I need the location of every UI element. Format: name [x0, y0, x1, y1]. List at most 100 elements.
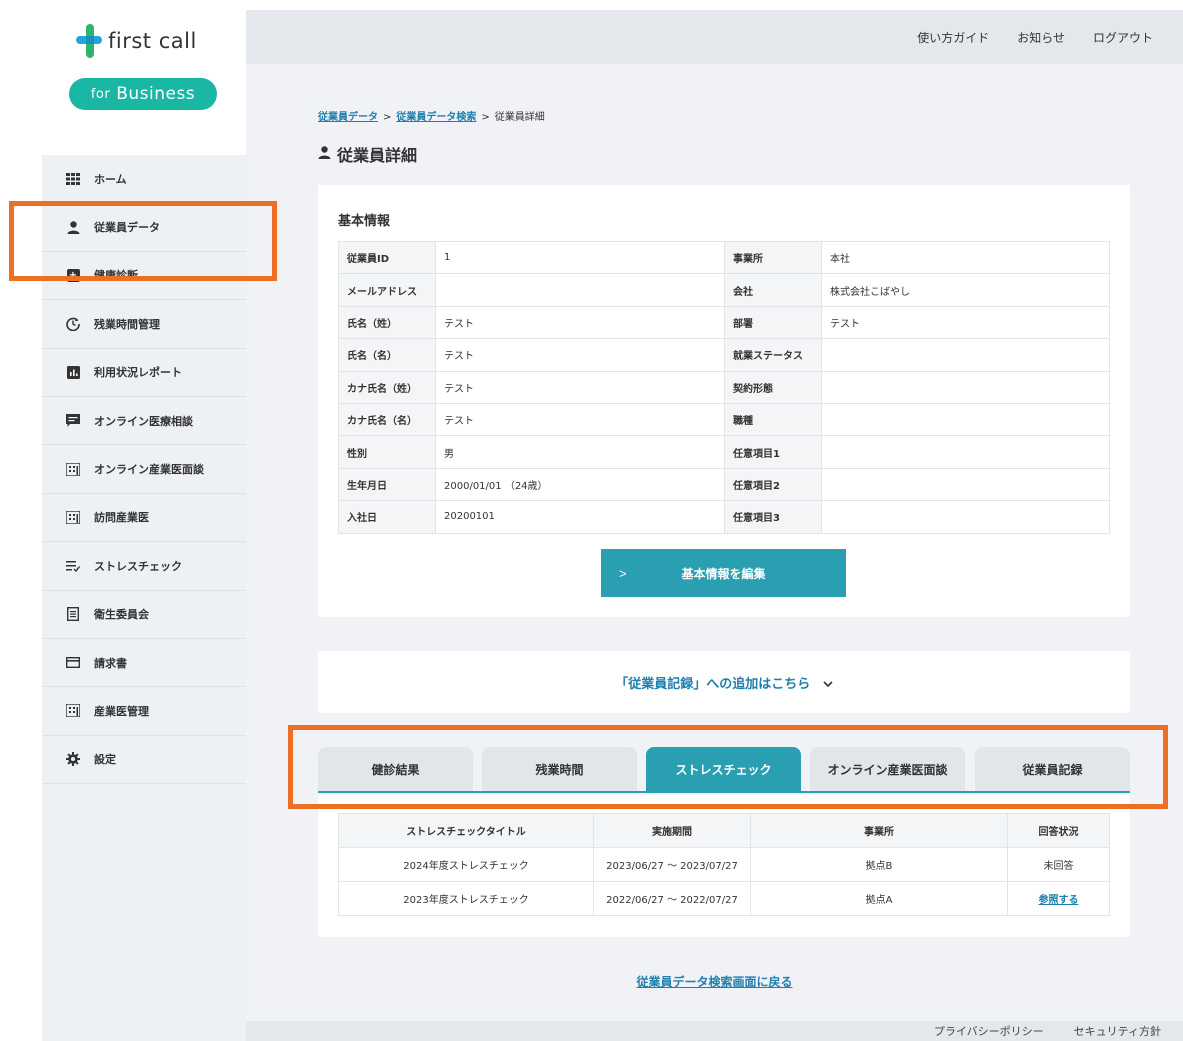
sidebar-item-label: 訪問産業医 — [94, 511, 149, 525]
field-value: 1 — [435, 240, 725, 275]
sidebar-item-online-consultation[interactable]: オンライン医療相談 — [42, 397, 246, 446]
status-cell: 未回答 — [1007, 847, 1110, 882]
table-header-row: ストレスチェックタイトル 実施期間 事業所 回答状況 — [338, 813, 1110, 848]
breadcrumb-employee-search[interactable]: 従業員データ検索 — [396, 112, 476, 123]
field-label: 氏名（名） — [338, 338, 436, 372]
main-content: 従業員データ > 従業員データ検索 > 従業員詳細 従業員詳細 基本情報 従業員ID 1… — [246, 64, 1183, 1021]
chevron-right-icon: > — [619, 565, 627, 581]
card-icon — [66, 656, 80, 670]
breadcrumb: 従業員データ > 従業員データ検索 > 従業員詳細 — [318, 108, 545, 123]
top-header: 使い方ガイド お知らせ ログアウト — [246, 10, 1183, 64]
sidebar-nav: ホーム 従業員データ + 健康診断 残業時間管理 利用状況レポート オンライン医… — [42, 155, 246, 1041]
field-value — [821, 435, 1110, 469]
highlight-box-nav — [9, 201, 277, 281]
edit-basic-info-button[interactable]: > 基本情報を編集 — [601, 549, 846, 597]
highlight-box-tabs — [288, 725, 1168, 809]
status-cell: 参照する — [1007, 881, 1110, 916]
back-to-search-link[interactable]: 従業員データ検索画面に戻る — [636, 975, 792, 989]
business-badge: for Business — [69, 78, 217, 110]
field-label: 会社 — [724, 273, 822, 307]
sidebar-item-overtime[interactable]: 残業時間管理 — [42, 300, 246, 349]
field-value — [821, 402, 1110, 437]
sidebar-item-settings[interactable]: 設定 — [42, 736, 246, 785]
field-value: 2000/01/01 （24歳） — [435, 467, 725, 502]
sidebar-item-label: ホーム — [94, 172, 127, 186]
sidebar-item-home[interactable]: ホーム — [42, 155, 246, 204]
sidebar-item-stress-check[interactable]: ストレスチェック — [42, 542, 246, 591]
period-cell: 2022/06/27 ～ 2022/07/27 — [593, 881, 751, 916]
sidebar-item-invoice[interactable]: 請求書 — [42, 639, 246, 688]
add-record-card: 「従業員記録」への追加はこちら — [318, 651, 1130, 713]
field-label: メールアドレス — [338, 273, 436, 307]
period-cell: 2023/06/27 ～ 2023/07/27 — [593, 847, 751, 882]
document-icon — [66, 607, 80, 622]
privacy-policy-link[interactable]: プライバシーポリシー — [934, 1023, 1044, 1039]
table-row: カナ氏名（姓） テスト 契約形態 — [338, 370, 1110, 404]
table-row: 入社日 20200101 任意項目3 — [338, 500, 1110, 534]
table-row: 氏名（名） テスト 就業ステータス — [338, 338, 1110, 372]
office-cell: 拠点B — [750, 847, 1008, 882]
field-value: 20200101 — [435, 500, 725, 534]
sidebar-item-online-doctor-interview[interactable]: オンライン産業医面談 — [42, 445, 246, 494]
breadcrumb-current: 従業員詳細 — [494, 112, 545, 123]
clock-icon — [66, 317, 80, 331]
building-icon — [66, 462, 80, 476]
sidebar-item-doctor-management[interactable]: 産業医管理 — [42, 687, 246, 736]
add-record-toggle[interactable]: 「従業員記録」への追加はこちら — [615, 673, 833, 692]
field-label: カナ氏名（姓） — [338, 370, 436, 404]
field-value: 株式会社こばやし — [821, 273, 1110, 307]
security-policy-link[interactable]: セキュリティ方針 — [1074, 1023, 1161, 1039]
chat-icon — [66, 413, 80, 428]
office-cell: 拠点A — [750, 881, 1008, 916]
table-row: 2023年度ストレスチェック 2022/06/27 ～ 2022/07/27 拠… — [338, 881, 1110, 916]
grid-icon — [66, 172, 80, 186]
table-row: 従業員ID 1 事業所 本社 — [338, 240, 1110, 275]
field-value — [821, 338, 1110, 372]
field-value: テスト — [435, 338, 725, 372]
view-result-link[interactable]: 参照する — [1039, 895, 1079, 906]
field-label: 事業所 — [724, 240, 822, 275]
sidebar-item-label: オンライン医療相談 — [94, 414, 193, 428]
building-icon — [66, 704, 80, 718]
field-value — [821, 370, 1110, 404]
notice-link[interactable]: お知らせ — [1017, 29, 1065, 46]
field-label: 性別 — [338, 435, 436, 469]
field-value — [821, 467, 1110, 502]
basic-info-card: 基本情報 従業員ID 1 事業所 本社 メールアドレス 会社 株式会社こばやし — [318, 185, 1130, 617]
guide-link[interactable]: 使い方ガイド — [917, 29, 989, 46]
stress-title-cell: 2023年度ストレスチェック — [338, 881, 594, 916]
badge-prefix: for — [90, 86, 111, 102]
breadcrumb-employee-data[interactable]: 従業員データ — [318, 112, 378, 123]
sidebar-item-label: 残業時間管理 — [94, 317, 160, 331]
table-row: カナ氏名（名） テスト 職種 — [338, 402, 1110, 437]
stress-check-table: ストレスチェックタイトル 実施期間 事業所 回答状況 2024年度ストレスチェッ… — [338, 813, 1110, 916]
field-label: 契約形態 — [724, 370, 822, 404]
sidebar-item-visiting-doctor[interactable]: 訪問産業医 — [42, 494, 246, 543]
field-label: 職種 — [724, 402, 822, 437]
badge-text: Business — [116, 84, 196, 104]
logo-cross-icon — [76, 24, 102, 58]
sidebar-item-label: 請求書 — [94, 656, 127, 670]
sidebar-item-label: 利用状況レポート — [94, 366, 182, 380]
edit-button-label: 基本情報を編集 — [681, 566, 766, 581]
sidebar-item-health-committee[interactable]: 衛生委員会 — [42, 591, 246, 639]
field-label: 生年月日 — [338, 467, 436, 502]
logo[interactable]: first call — [76, 24, 197, 58]
field-value — [821, 500, 1110, 534]
sidebar-item-label: オンライン産業医面談 — [94, 463, 204, 477]
stress-title-cell: 2024年度ストレスチェック — [338, 847, 594, 882]
field-value: テスト — [435, 305, 725, 340]
sidebar-item-usage-report[interactable]: 利用状況レポート — [42, 349, 246, 397]
field-value: 本社 — [821, 240, 1110, 275]
basic-info-table: 従業員ID 1 事業所 本社 メールアドレス 会社 株式会社こばやし 氏名（姓）… — [338, 240, 1110, 534]
column-header: 事業所 — [750, 813, 1008, 848]
field-label: 氏名（姓） — [338, 305, 436, 340]
field-label: 任意項目2 — [724, 467, 822, 502]
add-record-label: 「従業員記録」への追加はこちら — [615, 676, 811, 692]
column-header: 実施期間 — [593, 813, 751, 848]
chevron-down-icon — [818, 677, 833, 692]
field-value: テスト — [435, 402, 725, 437]
logout-link[interactable]: ログアウト — [1093, 29, 1153, 46]
person-icon — [318, 145, 331, 163]
page-title-text: 従業員詳細 — [337, 146, 418, 165]
